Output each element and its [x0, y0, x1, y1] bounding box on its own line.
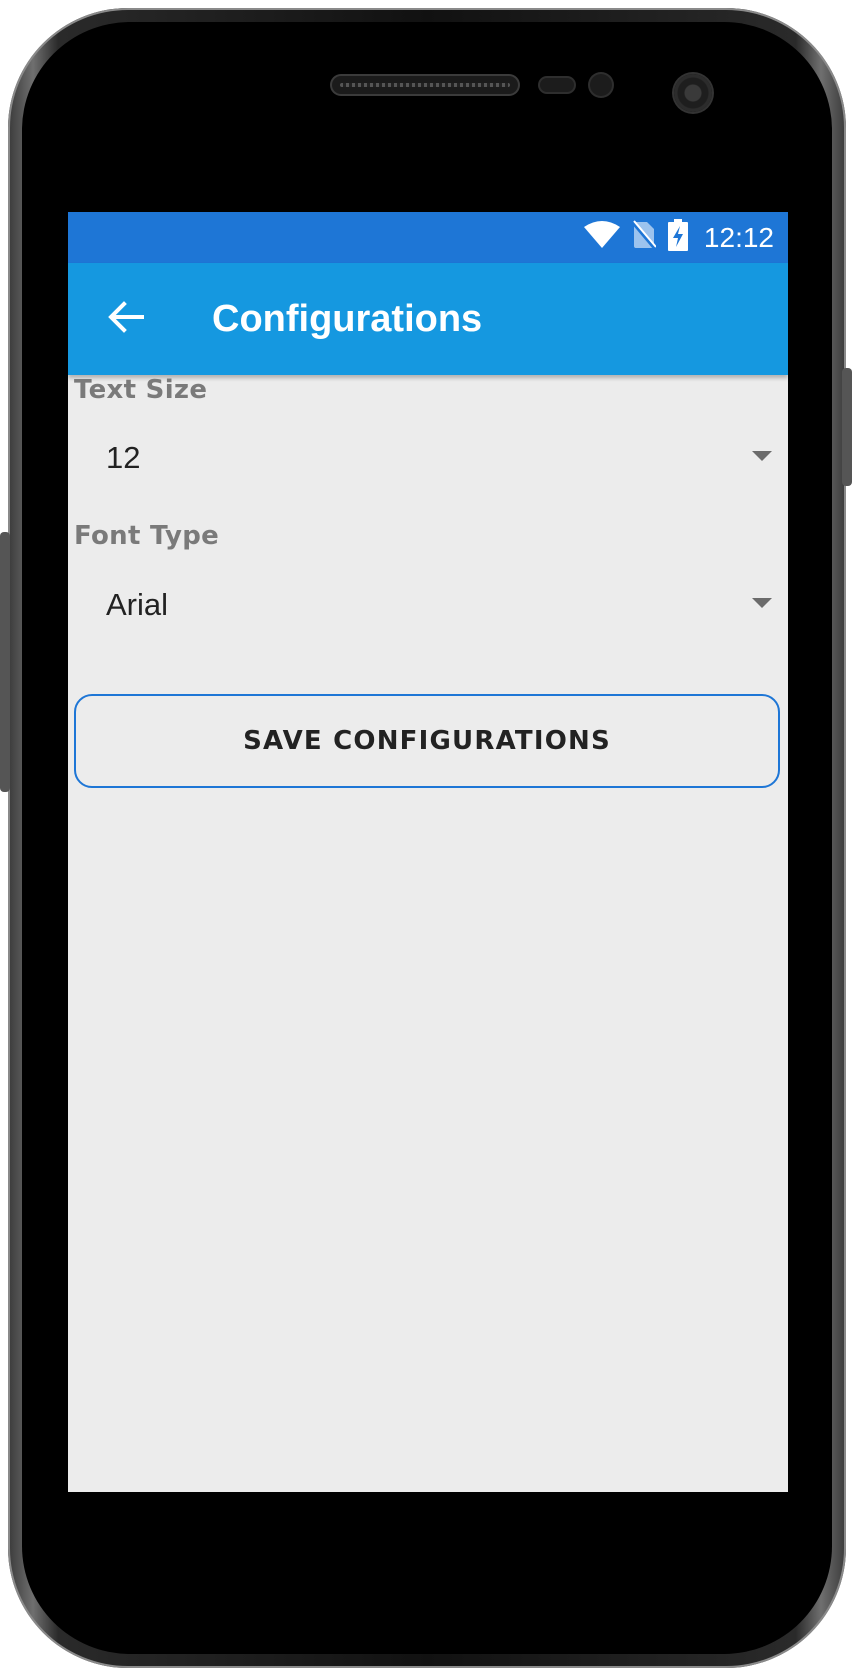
proximity-sensor — [540, 78, 574, 92]
page-title: Configurations — [212, 298, 483, 340]
status-bar: 12:12 — [68, 212, 788, 263]
text-size-value: 12 — [106, 440, 141, 475]
earpiece-speaker — [332, 76, 518, 94]
save-configurations-button[interactable]: SAVE CONFIGURATIONS — [74, 694, 780, 788]
arrow-left-icon — [108, 300, 144, 338]
status-time: 12:12 — [703, 221, 774, 253]
light-sensor — [590, 74, 612, 96]
front-camera — [674, 74, 712, 112]
status-icons: 12:12 — [583, 212, 774, 263]
battery-charging-icon — [667, 219, 688, 256]
dropdown-arrow-icon — [752, 598, 772, 608]
no-sim-icon — [631, 220, 657, 255]
volume-button — [0, 532, 10, 792]
font-type-value: Arial — [106, 587, 169, 622]
back-button[interactable] — [102, 295, 150, 343]
wifi-icon — [583, 221, 620, 254]
font-type-picker[interactable]: Arial — [68, 570, 788, 640]
text-size-picker[interactable]: 12 — [68, 423, 788, 493]
app-toolbar: Configurations — [68, 263, 788, 375]
power-button — [842, 368, 852, 486]
font-type-label: Font Type — [74, 521, 220, 551]
dropdown-arrow-icon — [752, 451, 772, 461]
app-screen: 12:12 Configurations Text Size 12 Font T… — [68, 212, 788, 1492]
text-size-label: Text Size — [74, 375, 208, 405]
